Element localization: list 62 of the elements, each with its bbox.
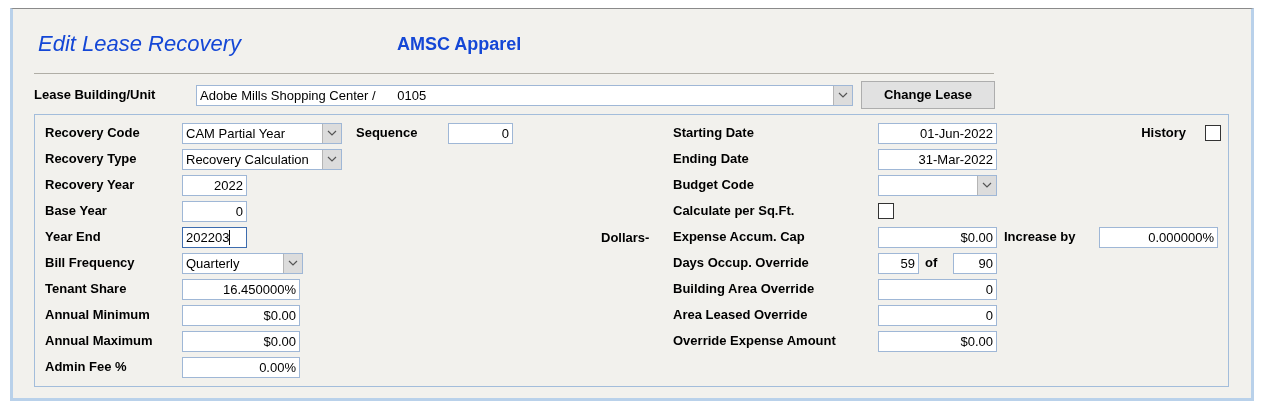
chevron-down-icon bbox=[288, 260, 298, 266]
chevron-down-icon bbox=[327, 156, 337, 162]
field-label: Increase by bbox=[1004, 228, 1077, 247]
field-label: Calculate per Sq.Ft. bbox=[673, 202, 796, 221]
chevron-down-icon bbox=[982, 182, 992, 188]
field-label: Recovery Type bbox=[45, 150, 138, 169]
field-label: Bill Frequency bbox=[45, 254, 136, 273]
field-label: Tenant Share bbox=[45, 280, 128, 299]
field-label: Recovery Year bbox=[45, 176, 136, 195]
input-field[interactable]: 90 bbox=[953, 252, 997, 274]
input-field[interactable]: 0.000000% bbox=[1099, 226, 1218, 248]
dropdown-field[interactable] bbox=[878, 174, 997, 196]
input-field[interactable]: 31-Mar-2022 bbox=[878, 148, 997, 170]
input-field[interactable]: 59 bbox=[878, 252, 919, 274]
dropdown-button[interactable] bbox=[283, 253, 302, 273]
dropdown-button[interactable] bbox=[833, 85, 852, 105]
field-label: Year End bbox=[45, 228, 102, 247]
field-label: Starting Date bbox=[673, 124, 755, 143]
field-label: Sequence bbox=[356, 124, 419, 143]
input-field[interactable]: 01-Jun-2022 bbox=[878, 122, 997, 144]
dropdown-field[interactable]: Recovery Calculation bbox=[182, 148, 342, 170]
input-field[interactable]: $0.00 bbox=[878, 226, 997, 248]
change-lease-button[interactable]: Change Lease bbox=[861, 81, 995, 109]
input-field[interactable]: 0 bbox=[878, 304, 997, 326]
field-label: Area Leased Override bbox=[673, 306, 809, 325]
input-field[interactable]: 0 bbox=[878, 278, 997, 300]
field-label: of bbox=[925, 254, 939, 273]
dropdown-field[interactable]: Quarterly bbox=[182, 252, 303, 274]
input-field[interactable]: 16.450000% bbox=[182, 278, 300, 300]
field-label: Ending Date bbox=[673, 150, 750, 169]
field-label: Base Year bbox=[45, 202, 108, 221]
field-label: Annual Maximum bbox=[45, 332, 154, 351]
field-label: Budget Code bbox=[673, 176, 755, 195]
input-field[interactable]: 2022 bbox=[182, 174, 247, 196]
field-label: Lease Building/Unit bbox=[34, 86, 157, 105]
field-label: Override Expense Amount bbox=[673, 332, 837, 351]
input-field[interactable]: $0.00 bbox=[878, 330, 997, 352]
input-field[interactable]: 0.00% bbox=[182, 356, 300, 378]
input-field[interactable]: $0.00 bbox=[182, 330, 300, 352]
dropdown-field[interactable]: Adobe Mills Shopping Center / 0105 bbox=[196, 84, 853, 106]
page-title: Edit Lease Recovery bbox=[38, 30, 243, 58]
chevron-down-icon bbox=[838, 92, 848, 98]
field-label: Annual Minimum bbox=[45, 306, 151, 325]
dropdown-button[interactable] bbox=[977, 175, 996, 195]
input-field[interactable]: $0.00 bbox=[182, 304, 300, 326]
field-label: Expense Accum. Cap bbox=[673, 228, 806, 247]
checkbox[interactable] bbox=[1205, 125, 1221, 141]
dropdown-button[interactable] bbox=[322, 123, 341, 143]
field-label: Recovery Code bbox=[45, 124, 141, 143]
company-name: AMSC Apparel bbox=[397, 33, 522, 56]
dropdown-field[interactable]: CAM Partial Year bbox=[182, 122, 342, 144]
field-label: Dollars- bbox=[601, 230, 650, 245]
chevron-down-icon bbox=[327, 130, 337, 136]
input-field[interactable]: 202203 bbox=[182, 226, 247, 248]
field-label: History bbox=[1141, 124, 1186, 143]
checkbox[interactable] bbox=[878, 203, 894, 219]
input-field[interactable]: 0 bbox=[182, 200, 247, 222]
input-field[interactable]: 0 bbox=[448, 122, 513, 144]
dropdown-button[interactable] bbox=[322, 149, 341, 169]
field-label: Admin Fee % bbox=[45, 358, 128, 377]
field-label: Days Occup. Override bbox=[673, 254, 810, 273]
field-label: Building Area Override bbox=[673, 280, 816, 299]
